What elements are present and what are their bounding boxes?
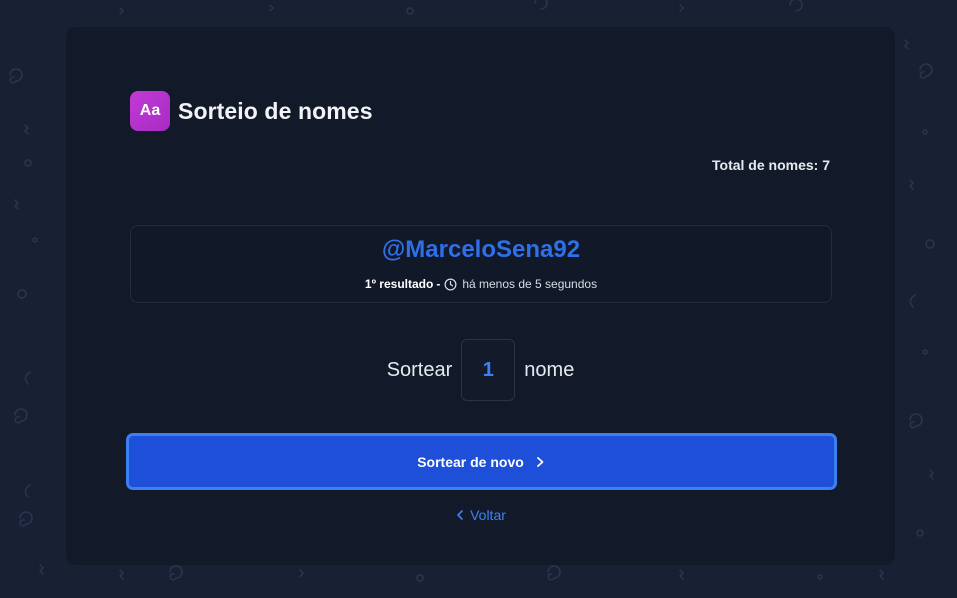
draw-quantity-row: Sortear nome	[66, 339, 895, 401]
total-names-label: Total de nomes: 7	[712, 157, 830, 173]
chevron-right-icon	[536, 456, 544, 467]
quantity-input[interactable]	[461, 339, 516, 401]
result-panel: @MarceloSena92 1º resultado - há menos d…	[130, 225, 832, 303]
draw-prefix-label: Sortear	[386, 358, 453, 381]
draw-suffix-label: nome	[524, 358, 575, 381]
redraw-button[interactable]: Sortear de novo	[126, 433, 837, 490]
result-position: 1º resultado	[364, 277, 434, 291]
result-meta: 1º resultado - há menos de 5 segundos	[131, 277, 831, 291]
chevron-left-icon	[457, 510, 463, 520]
winner-name: @MarceloSena92	[381, 236, 581, 263]
page-header: Aa Sorteio de nomes	[130, 91, 373, 131]
redraw-button-label: Sortear de novo	[417, 453, 524, 470]
page-title: Sorteio de nomes	[178, 97, 373, 124]
clock-icon	[444, 278, 457, 290]
result-time: há menos de 5 segundos	[462, 277, 598, 291]
draw-result-card: Aa Sorteio de nomes Total de nomes: 7 @M…	[66, 27, 895, 565]
app-logo-icon: Aa	[130, 91, 170, 131]
back-link-label: Voltar	[470, 507, 506, 523]
result-separator: -	[436, 277, 441, 291]
back-link[interactable]: Voltar	[66, 507, 895, 523]
